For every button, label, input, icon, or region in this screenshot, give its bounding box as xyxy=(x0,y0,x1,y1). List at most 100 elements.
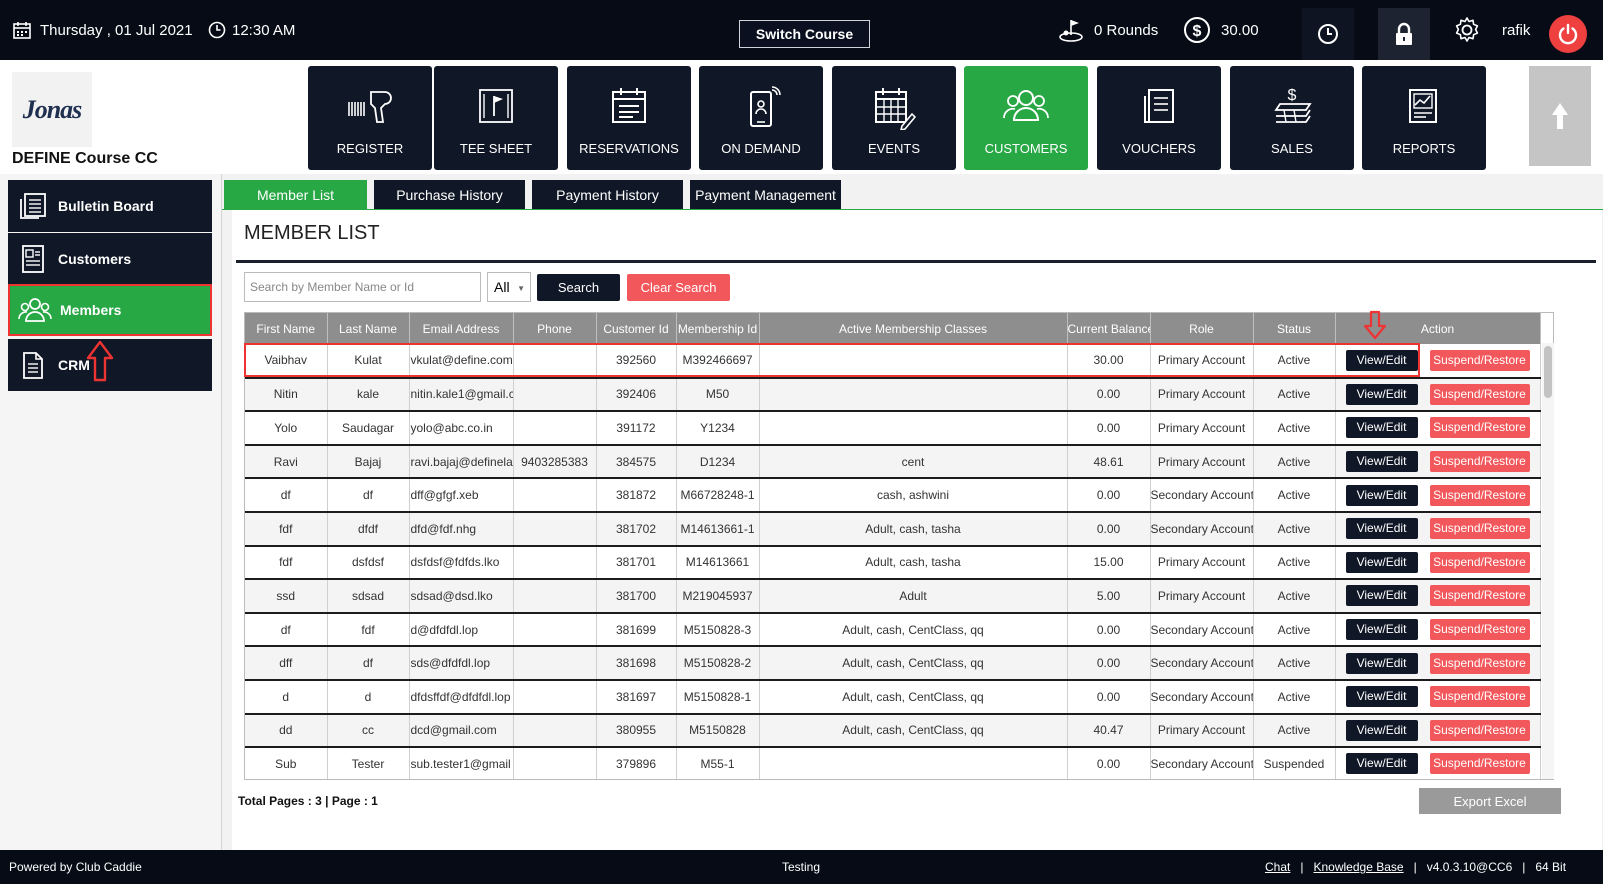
export-excel-button[interactable]: Export Excel xyxy=(1419,788,1561,814)
logout-button[interactable] xyxy=(1549,15,1587,53)
table-row[interactable]: Nitin kale nitin.kale1@gmail.c 392406 M50 0.0… xyxy=(245,377,1541,413)
table-cell: Kulat xyxy=(327,344,410,379)
search-button[interactable]: Search xyxy=(537,274,620,301)
tab-purchase-history[interactable]: Purchase History xyxy=(374,180,525,209)
date-text: Thursday , 01 Jul 2021 xyxy=(40,21,193,39)
table-scroll-thumb[interactable] xyxy=(1544,346,1552,398)
arrow-up-icon xyxy=(1552,103,1568,129)
view-edit-button[interactable]: View/Edit xyxy=(1345,686,1418,708)
svg-text:$: $ xyxy=(1288,87,1297,104)
suspend-restore-button[interactable]: Suspend/Restore xyxy=(1429,451,1530,473)
settings-button[interactable] xyxy=(1453,0,1481,60)
calendar-icon xyxy=(13,22,31,39)
table-row[interactable]: Yolo Saudagar yolo@abc.co.in 391172 Y1234 0.0… xyxy=(245,411,1541,446)
suspend-restore-button[interactable]: Suspend/Restore xyxy=(1429,652,1530,674)
nav-events[interactable]: EVENTS xyxy=(832,66,956,170)
annotation-arrow-down-icon xyxy=(1363,310,1387,340)
nav-tee-sheet[interactable]: TEE SHEET xyxy=(434,66,558,170)
clear-search-button[interactable]: Clear Search xyxy=(627,274,730,301)
filter-select[interactable]: All ▼ xyxy=(487,272,531,302)
clock-icon xyxy=(208,21,226,39)
table-cell: dff xyxy=(245,646,328,681)
table-cell: sdsad@dsd.lko xyxy=(409,579,514,614)
action-cell: View/Edit Suspend/Restore xyxy=(1335,377,1541,413)
member-table: First Name Last Name Email Address Phone Cus… xyxy=(244,312,1554,780)
table-cell: Bajaj xyxy=(327,444,410,480)
suspend-restore-button[interactable]: Suspend/Restore xyxy=(1429,417,1530,439)
table-cell: nitin.kale1@gmail.c xyxy=(409,377,514,413)
table-row[interactable]: dd cc dcd@gmail.com 380955 M5150828 Adult, ca… xyxy=(245,713,1541,749)
sidebar-item-customers[interactable]: Customers xyxy=(8,233,212,285)
suspend-restore-button[interactable]: Suspend/Restore xyxy=(1429,551,1530,573)
table-cell: yolo@abc.co.in xyxy=(409,411,514,446)
tab-payment-history[interactable]: Payment History xyxy=(532,180,683,209)
collapse-nav-button[interactable] xyxy=(1529,66,1591,166)
table-cell xyxy=(513,478,597,513)
table-cell: Primary Account xyxy=(1150,411,1254,446)
nav-vouchers[interactable]: VOUCHERS xyxy=(1097,66,1221,170)
tab-payment-management[interactable]: Payment Management xyxy=(690,180,841,209)
suspend-restore-button[interactable]: Suspend/Restore xyxy=(1429,686,1530,708)
sidebar-item-members[interactable]: Members xyxy=(8,284,212,336)
suspend-restore-button[interactable]: Suspend/Restore xyxy=(1429,753,1530,775)
switch-course-button[interactable]: Switch Course xyxy=(739,20,870,48)
users-icon xyxy=(1003,90,1049,121)
nav-label: RESERVATIONS xyxy=(579,141,679,156)
history-button[interactable] xyxy=(1302,8,1354,60)
nav-on-demand[interactable]: ON DEMAND xyxy=(699,66,823,170)
environment-label: Testing xyxy=(782,860,821,874)
table-cell: Adult, cash, CentClass, qq xyxy=(759,713,1068,749)
view-edit-button[interactable]: View/Edit xyxy=(1345,518,1418,540)
nav-sales[interactable]: $ SALES xyxy=(1230,66,1354,170)
suspend-restore-button[interactable]: Suspend/Restore xyxy=(1429,383,1530,405)
suspend-restore-button[interactable]: Suspend/Restore xyxy=(1429,349,1530,371)
view-edit-button[interactable]: View/Edit xyxy=(1345,383,1418,405)
view-edit-button[interactable]: View/Edit xyxy=(1345,753,1418,775)
footer-separator: | xyxy=(1522,860,1526,874)
suspend-restore-button[interactable]: Suspend/Restore xyxy=(1429,585,1530,607)
knowledge-base-link[interactable]: Knowledge Base xyxy=(1313,860,1403,874)
table-row[interactable]: fdf dsfdsf dsfdsf@fdfds.lko 381701 M14613661… xyxy=(245,545,1541,581)
table-cell xyxy=(513,511,597,547)
nav-reports[interactable]: REPORTS xyxy=(1362,66,1486,170)
view-edit-button[interactable]: View/Edit xyxy=(1345,719,1418,741)
view-edit-button[interactable]: View/Edit xyxy=(1345,417,1418,439)
table-scrollbar[interactable] xyxy=(1542,343,1554,779)
nav-register[interactable]: REGISTER xyxy=(308,66,432,170)
tab-member-list[interactable]: Member List xyxy=(224,180,367,209)
view-edit-button[interactable]: View/Edit xyxy=(1345,551,1418,573)
nav-customers[interactable]: CUSTOMERS xyxy=(964,66,1088,170)
table-cell: Saudagar xyxy=(327,411,410,446)
view-edit-button[interactable]: View/Edit xyxy=(1345,484,1418,506)
suspend-restore-button[interactable]: Suspend/Restore xyxy=(1429,619,1530,641)
view-edit-button[interactable]: View/Edit xyxy=(1345,451,1418,473)
main-nav: REGISTER TEE SHEET RESERVATIONS ON DEMAN… xyxy=(222,60,1603,174)
table-row[interactable]: df fdf d@dfdfdl.lop 381699 M5150828-3 Adult, … xyxy=(245,612,1541,648)
content-area: Member List Purchase History Payment His… xyxy=(222,174,1603,850)
power-icon xyxy=(1558,23,1578,45)
table-row[interactable]: ssd sdsad sdsad@dsd.lko 381700 M219045937 Adu… xyxy=(245,579,1541,614)
table-row[interactable]: fdf dfdf dfd@fdf.nhg 381702 M14613661-1 Adult… xyxy=(245,511,1541,547)
calendar-grid-icon xyxy=(875,88,916,130)
suspend-restore-button[interactable]: Suspend/Restore xyxy=(1429,484,1530,506)
table-row[interactable]: Ravi Bajaj ravi.bajaj@definela 9403285383 38… xyxy=(245,444,1541,480)
user-name[interactable]: rafik xyxy=(1502,0,1530,60)
table-cell: Active xyxy=(1253,444,1336,480)
view-edit-button[interactable]: View/Edit xyxy=(1345,585,1418,607)
table-row[interactable]: Vaibhav Kulat vkulat@define.com 392560 M3924… xyxy=(245,344,1541,379)
view-edit-button[interactable]: View/Edit xyxy=(1345,652,1418,674)
table-row[interactable]: df df dff@gfgf.xeb 381872 M66728248-1 cash, a… xyxy=(245,478,1541,513)
suspend-restore-button[interactable]: Suspend/Restore xyxy=(1429,518,1530,540)
view-edit-button[interactable]: View/Edit xyxy=(1345,349,1418,371)
table-row[interactable]: d d dfdsffdf@dfdfdl.lop 381697 M5150828-1 Adu… xyxy=(245,679,1541,715)
search-input[interactable]: Search by Member Name or Id xyxy=(244,272,481,302)
chat-link[interactable]: Chat xyxy=(1265,860,1290,874)
powered-by: Powered by Club Caddie xyxy=(9,860,142,874)
nav-reservations[interactable]: RESERVATIONS xyxy=(567,66,691,170)
view-edit-button[interactable]: View/Edit xyxy=(1345,619,1418,641)
lock-button[interactable] xyxy=(1378,8,1430,60)
sidebar-item-bulletin-board[interactable]: Bulletin Board xyxy=(8,180,212,232)
table-row[interactable]: dff df sds@dfdfdl.lop 381698 M5150828-2 Adult… xyxy=(245,646,1541,681)
table-row[interactable]: Sub Tester sub.tester1@gmail 379896 M55-1 0.0… xyxy=(245,747,1541,779)
suspend-restore-button[interactable]: Suspend/Restore xyxy=(1429,719,1530,741)
